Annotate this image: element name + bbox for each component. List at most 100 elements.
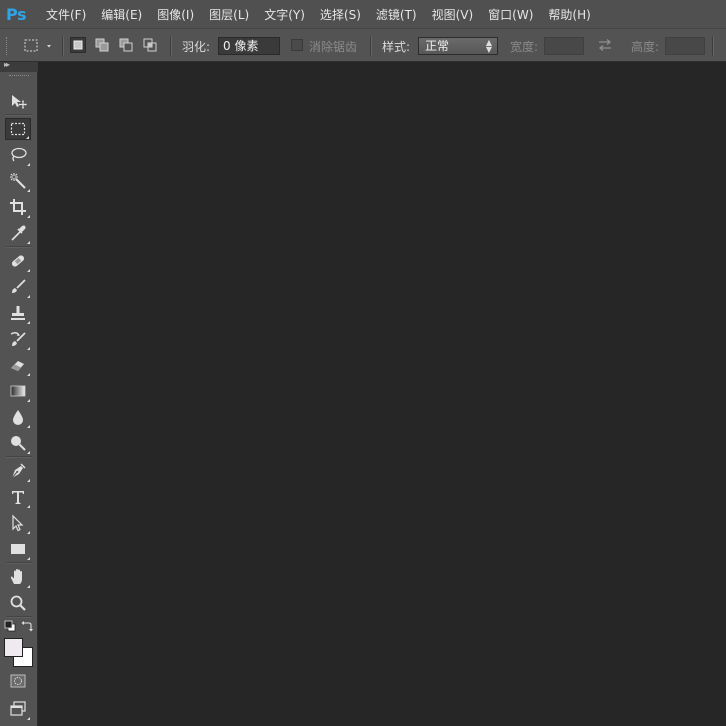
lasso-tool[interactable] bbox=[5, 144, 31, 166]
spot-healing-brush-tool[interactable] bbox=[5, 250, 31, 272]
hand-tool[interactable] bbox=[5, 566, 31, 588]
pen-tool-icon bbox=[11, 463, 26, 479]
menu-select[interactable]: 选择(S) bbox=[320, 6, 361, 23]
quick-mask-icon bbox=[10, 674, 26, 688]
rectangle-shape-tool[interactable] bbox=[5, 538, 31, 560]
eraser-tool-icon bbox=[11, 361, 24, 371]
path-selection-tool[interactable] bbox=[5, 512, 31, 534]
intersect-selection-button[interactable] bbox=[142, 37, 158, 53]
separator bbox=[6, 562, 32, 564]
menu-help[interactable]: 帮助(H) bbox=[548, 6, 590, 23]
rectangular-marquee-tool[interactable] bbox=[5, 118, 31, 140]
expand-panel-icon[interactable]: ▸▸ bbox=[4, 60, 10, 69]
default-colors-icon bbox=[4, 620, 16, 632]
magic-wand-tool-icon bbox=[10, 173, 26, 189]
move-tool-icon bbox=[12, 95, 27, 109]
menu-view[interactable]: 视图(V) bbox=[432, 6, 474, 23]
separator bbox=[370, 36, 372, 56]
menu-file[interactable]: 文件(F) bbox=[46, 6, 86, 23]
menu-edit[interactable]: 编辑(E) bbox=[101, 6, 142, 23]
menu-window[interactable]: 窗口(W) bbox=[488, 6, 533, 23]
separator bbox=[62, 36, 64, 56]
brush-tool[interactable] bbox=[5, 276, 31, 298]
menu-type[interactable]: 文字(Y) bbox=[264, 6, 305, 23]
history-brush-tool-icon bbox=[10, 332, 26, 346]
options-bar: 羽化: 0 像素 消除锯齿 样式: 正常 ▲ ▼ 宽度: 高度: bbox=[0, 28, 726, 62]
dodge-tool-icon bbox=[11, 436, 26, 451]
magic-wand-tool[interactable] bbox=[5, 170, 31, 192]
submenu-indicator bbox=[27, 451, 30, 454]
clone-stamp-tool[interactable] bbox=[5, 302, 31, 324]
swap-colors-button[interactable] bbox=[21, 620, 33, 632]
new-selection-icon bbox=[73, 40, 83, 50]
style-select-value: 正常 bbox=[425, 39, 450, 53]
menu-image[interactable]: 图像(I) bbox=[157, 6, 194, 23]
height-input[interactable] bbox=[665, 37, 705, 55]
blur-tool-icon bbox=[13, 410, 23, 425]
menu-bar: Ps 文件(F) 编辑(E) 图像(I) 图层(L) 文字(Y) 选择(S) 滤… bbox=[0, 0, 726, 28]
brush-tool-icon bbox=[12, 279, 26, 293]
type-tool-icon bbox=[12, 491, 24, 504]
add-to-selection-button[interactable] bbox=[94, 37, 110, 53]
style-select[interactable]: 正常 ▲ ▼ bbox=[418, 37, 498, 55]
submenu-indicator bbox=[27, 505, 30, 508]
screen-mode-button[interactable] bbox=[5, 698, 31, 720]
submenu-indicator bbox=[27, 479, 30, 482]
antialias-checkbox[interactable] bbox=[291, 39, 303, 51]
submenu-indicator bbox=[27, 425, 30, 428]
history-brush-tool[interactable] bbox=[5, 328, 31, 350]
new-selection-button[interactable] bbox=[70, 37, 86, 53]
crop-tool-icon bbox=[10, 199, 26, 215]
gradient-tool[interactable] bbox=[5, 380, 31, 402]
swap-arrows-icon bbox=[598, 39, 612, 51]
spot-healing-brush-tool-icon bbox=[11, 255, 25, 267]
marquee-preset-icon bbox=[24, 39, 51, 52]
separator bbox=[6, 456, 32, 458]
zoom-tool[interactable] bbox=[5, 592, 31, 614]
feather-input[interactable]: 0 像素 bbox=[218, 37, 280, 55]
submenu-indicator bbox=[27, 557, 30, 560]
blur-tool[interactable] bbox=[5, 406, 31, 428]
screen-mode-icon bbox=[10, 701, 26, 716]
move-tool[interactable] bbox=[5, 90, 31, 112]
swap-colors-icon bbox=[21, 621, 33, 632]
tools-panel: ▸▸ bbox=[0, 60, 38, 726]
quick-mask-button[interactable] bbox=[5, 670, 31, 692]
submenu-indicator bbox=[27, 241, 30, 244]
photoshop-logo: Ps bbox=[6, 4, 26, 24]
separator bbox=[6, 114, 32, 116]
type-tool[interactable] bbox=[5, 486, 31, 508]
separator bbox=[6, 616, 32, 618]
gradient-tool-icon bbox=[10, 385, 26, 397]
submenu-indicator bbox=[27, 189, 30, 192]
separator bbox=[712, 36, 714, 56]
menu-layer[interactable]: 图层(L) bbox=[209, 6, 249, 23]
tools-panel-grip[interactable] bbox=[9, 75, 29, 78]
antialias-label: 消除锯齿 bbox=[309, 40, 358, 54]
foreground-color-swatch[interactable] bbox=[4, 638, 23, 657]
separator bbox=[170, 36, 172, 56]
document-workspace[interactable] bbox=[39, 62, 726, 726]
rectangular-marquee-tool-icon bbox=[10, 122, 26, 136]
pen-tool[interactable] bbox=[5, 460, 31, 482]
menu-filter[interactable]: 滤镜(T) bbox=[376, 6, 417, 23]
subtract-from-selection-button[interactable] bbox=[118, 37, 134, 53]
zoom-tool-icon bbox=[10, 595, 26, 611]
width-input[interactable] bbox=[544, 37, 584, 55]
eyedropper-tool[interactable] bbox=[5, 222, 31, 244]
height-label: 高度: bbox=[631, 40, 660, 54]
tools-panel-header[interactable]: ▸▸ bbox=[0, 60, 38, 72]
hand-tool-icon bbox=[10, 569, 22, 584]
dodge-tool[interactable] bbox=[5, 432, 31, 454]
swap-width-height-button[interactable] bbox=[596, 38, 614, 52]
submenu-indicator bbox=[27, 347, 30, 350]
submenu-indicator bbox=[27, 373, 30, 376]
default-colors-button[interactable] bbox=[4, 620, 16, 632]
crop-tool[interactable] bbox=[5, 196, 31, 218]
options-bar-grip[interactable] bbox=[6, 37, 9, 55]
clone-stamp-tool-icon bbox=[11, 306, 25, 320]
submenu-indicator bbox=[27, 399, 30, 402]
tool-preset-picker[interactable] bbox=[22, 37, 54, 55]
submenu-indicator bbox=[26, 136, 29, 139]
eraser-tool[interactable] bbox=[5, 354, 31, 376]
